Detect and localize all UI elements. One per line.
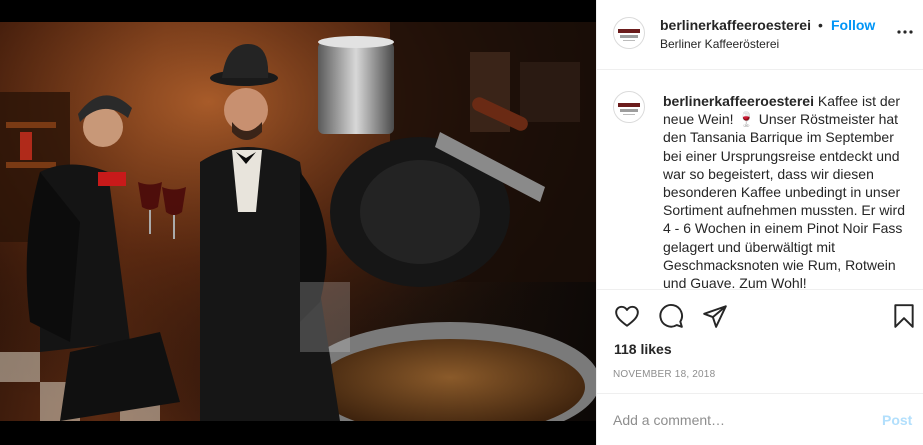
share-icon[interactable] [702,303,728,329]
comment-input[interactable] [613,409,863,431]
post-panel: berlinerkaffeeroesterei • Follow Berline… [596,0,923,445]
comment-icon[interactable] [658,303,684,329]
follow-button[interactable]: Follow [831,17,875,33]
post-comment-button[interactable]: Post [882,412,912,428]
logo-mark-line [623,114,635,115]
add-comment-box: Post [597,393,923,445]
caption-username[interactable]: berlinerkaffeeroesterei [663,93,814,109]
logo-mark [618,29,640,33]
likes-count[interactable]: 118 likes [614,341,672,357]
profile-avatar[interactable] [613,17,645,49]
comments-section[interactable]: berlinerkaffeeroesterei Kaffee ist der n… [597,71,923,290]
logo-mark-sub [620,109,638,112]
caption-text: Kaffee ist der neue Wein! 🍷 Unser Röstme… [663,93,905,290]
post-date[interactable]: NOVEMBER 18, 2018 [613,369,715,380]
photo-illustration [0,22,596,421]
logo-mark-sub [620,35,638,38]
post-photo[interactable] [0,22,596,421]
username-link[interactable]: berlinerkaffeeroesterei [660,17,811,33]
separator-dot: • [818,17,823,33]
post-caption: berlinerkaffeeroesterei Kaffee ist der n… [663,92,913,290]
logo-mark [618,103,640,107]
bookmark-icon[interactable] [891,303,917,329]
caption-avatar[interactable] [613,91,645,123]
heart-icon[interactable] [614,303,640,329]
logo-mark-line [623,40,635,41]
post-header: berlinerkaffeeroesterei • Follow Berline… [597,0,923,70]
account-subtitle[interactable]: Berliner Kaffeerösterei [660,37,779,51]
post-media [0,0,596,445]
more-options-icon[interactable] [895,22,915,42]
action-bar [597,300,923,332]
